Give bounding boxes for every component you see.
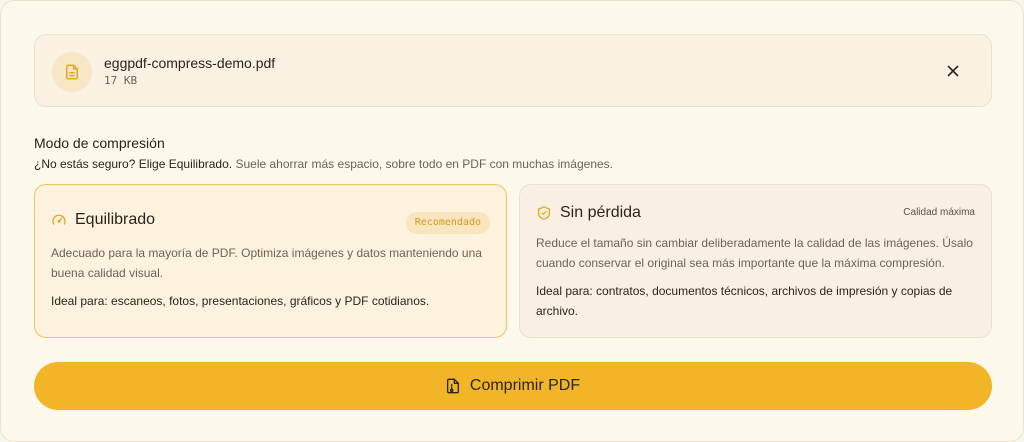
selected-file-card: eggpdf-compress-demo.pdf 17 KB	[34, 34, 992, 107]
compression-hint-rest: Suele ahorrar más espacio, sobre todo en…	[235, 157, 613, 171]
mode-title: Sin pérdida	[560, 204, 641, 221]
close-icon	[947, 65, 959, 77]
file-compress-icon	[446, 378, 459, 394]
compress-pdf-label: Comprimir PDF	[469, 377, 581, 394]
file-size: 17 KB	[104, 74, 138, 87]
mode-ideal-for: Ideal para: escaneos, fotos, presentacio…	[51, 294, 430, 308]
mode-option-balanced[interactable]: Equilibrado Recomendado Adecuado para la…	[34, 184, 507, 338]
compression-hint-strong: ¿No estás seguro? Elige Equilibrado.	[34, 157, 233, 171]
mode-option-lossless[interactable]: Sin pérdida Calidad máxima Reduce el tam…	[519, 184, 992, 338]
compression-mode-title: Modo de compresión	[34, 135, 165, 151]
mode-ideal-for: Ideal para: contratos, documentos técnic…	[536, 284, 953, 318]
gauge-icon	[52, 214, 66, 225]
recommended-badge: Recomendado	[405, 212, 490, 234]
shield-check-icon	[538, 206, 550, 220]
compress-pdf-button[interactable]: Comprimir PDF	[34, 362, 992, 410]
document-icon	[52, 52, 92, 92]
max-quality-badge: Calidad máxima	[903, 207, 975, 218]
mode-title: Equilibrado	[75, 211, 156, 228]
remove-file-button[interactable]	[943, 61, 963, 81]
file-name: eggpdf-compress-demo.pdf	[104, 55, 276, 71]
mode-description: Reduce el tamaño sin cambiar deliberadam…	[536, 236, 973, 270]
compression-hint: ¿No estás seguro? Elige Equilibrado. Sue…	[34, 157, 613, 171]
compress-panel: eggpdf-compress-demo.pdf 17 KB Modo de c…	[0, 0, 1024, 442]
mode-description: Adecuado para la mayoría de PDF. Optimiz…	[51, 246, 482, 280]
